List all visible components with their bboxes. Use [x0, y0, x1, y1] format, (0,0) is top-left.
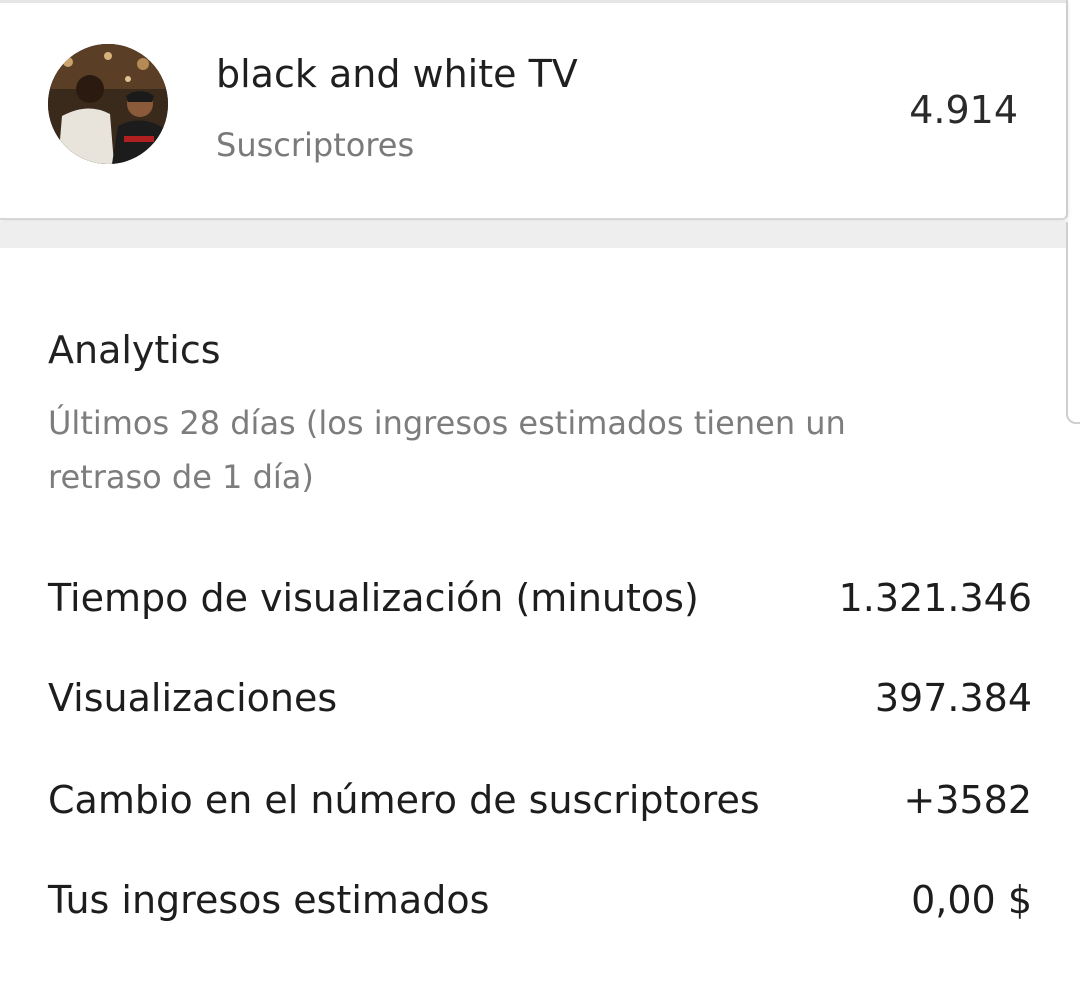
metric-label: Tus ingresos estimados — [48, 878, 490, 922]
section-separator — [0, 222, 1080, 248]
metric-label: Visualizaciones — [48, 676, 338, 720]
channel-card[interactable]: black and white TV Suscriptores 4.914 — [0, 0, 1068, 220]
analytics-subtitle: Últimos 28 días (los ingresos estimados … — [48, 404, 846, 496]
side-panel-edge — [1066, 222, 1080, 424]
subscribers-count: 4.914 — [909, 88, 1018, 132]
metric-row-subscriber-change[interactable]: Cambio en el número de suscriptores +358… — [48, 770, 1032, 830]
channel-dashboard-screen: black and white TV Suscriptores 4.914 An… — [0, 0, 1080, 998]
avatar-photo-icon — [48, 44, 168, 164]
channel-name: black and white TV — [216, 52, 578, 96]
metric-value: 1.321.346 — [838, 576, 1032, 620]
metric-label: Tiempo de visualización (minutos) — [48, 576, 699, 620]
metric-row-views[interactable]: Visualizaciones 397.384 — [48, 668, 1032, 728]
metric-row-watch-time[interactable]: Tiempo de visualización (minutos) 1.321.… — [48, 568, 1032, 628]
metric-value: 397.384 — [874, 676, 1032, 720]
analytics-title: Analytics — [48, 328, 221, 372]
metric-label: Cambio en el número de suscriptores — [48, 778, 760, 822]
metric-row-estimated-revenue[interactable]: Tus ingresos estimados 0,00 $ — [48, 870, 1032, 930]
avatar — [48, 44, 168, 164]
metric-value: 0,00 $ — [911, 878, 1032, 922]
metric-value: +3582 — [903, 778, 1032, 822]
card-top-edge — [0, 0, 1066, 3]
subscribers-label: Suscriptores — [216, 126, 415, 164]
